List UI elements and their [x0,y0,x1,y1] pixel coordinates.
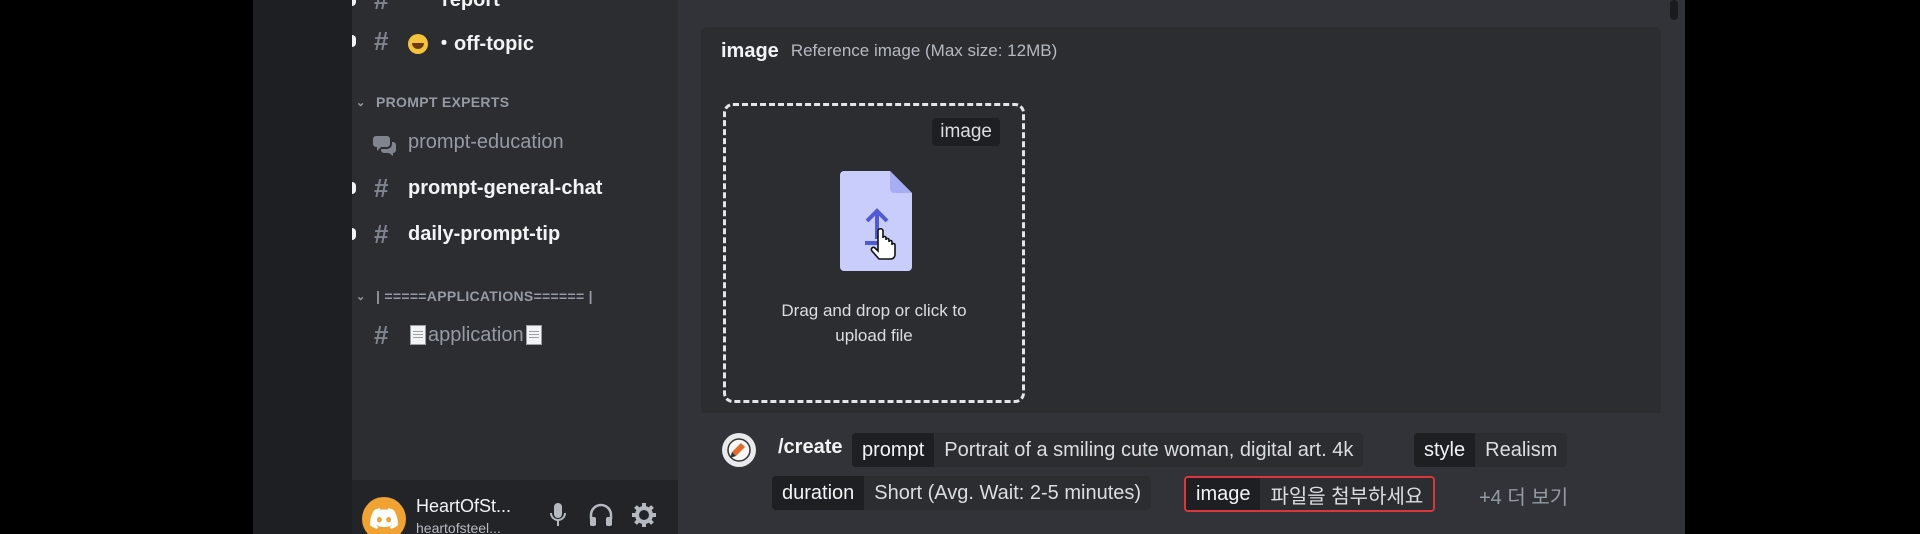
option-key: image [1186,478,1261,510]
chevron-down-icon: ⌄ [356,290,366,303]
option-header: image Reference image (Max size: 12MB) [701,27,1661,75]
main-content: image Reference image (Max size: 12MB) i… [678,0,1685,534]
microphone-button[interactable] [543,500,573,530]
channel-label: prompt-education [408,130,564,153]
command-app-icon [722,433,756,467]
category-label: PROMPT EXPERTS [376,94,510,110]
channel-prompt-general-chat[interactable]: # prompt-general-chat [352,171,678,205]
page-emoji-icon [410,325,426,346]
option-value: 파일을 첨부하세요 [1260,478,1434,510]
microphone-icon [550,503,566,526]
headphones-icon [589,503,613,526]
laughing-emoji-icon [408,34,428,55]
left-margin [0,0,253,534]
user-username: heartofsteel... [416,520,501,534]
forum-icon [372,132,398,163]
channel-prompt-education[interactable]: prompt-education [352,125,678,159]
channel-label: daily-prompt-tip [408,222,561,245]
command-option-style[interactable]: style Realism [1414,433,1568,467]
channel-daily-prompt-tip[interactable]: # daily-prompt-tip [352,217,678,251]
unread-indicator [352,228,356,240]
gear-icon [632,503,656,527]
option-key: prompt [852,433,935,467]
unread-indicator [352,0,356,6]
channel-label: prompt-general-chat [408,176,603,199]
option-value: Short (Avg. Wait: 2-5 minutes) [864,476,1152,510]
command-name: /create [778,436,843,458]
category-label: | =====APPLICATIONS====== | [376,288,593,304]
hash-icon: # [374,319,389,350]
channel-application[interactable]: # application [352,318,678,352]
channel-label: report [442,0,500,12]
settings-button[interactable] [629,500,659,530]
dropzone-tag: image [932,118,1000,146]
option-value: Portrait of a smiling cute woman, digita… [934,433,1364,467]
option-description: Reference image (Max size: 12MB) [790,41,1058,60]
channel-off-topic[interactable]: # ・off-topic [352,24,678,58]
hash-icon: # [374,0,388,16]
hash-icon: # [374,218,389,249]
option-value: Realism [1475,433,1568,467]
server-rail [253,0,352,534]
channel-sidebar: # report # ・off-topic ⌄ PROMPT EXPERTS p… [352,0,678,534]
category-prompt-experts[interactable]: ⌄ PROMPT EXPERTS [356,92,509,112]
file-dropzone[interactable]: image Drag and drop or click to upload f… [723,103,1025,403]
command-option-prompt[interactable]: prompt Portrait of a smiling cute woman,… [852,433,1364,467]
discord-logo [370,508,398,529]
user-display-name: HeartOfSt... [416,496,512,516]
command-option-duration[interactable]: duration Short (Avg. Wait: 2-5 minutes) [772,476,1152,510]
channel-label: ・off-topic [434,32,534,55]
page-emoji-icon [525,325,542,346]
dropzone-text-line2: upload file [835,326,913,345]
avatar[interactable] [362,497,406,534]
headphones-button[interactable] [586,500,616,530]
unread-indicator [352,35,356,47]
unread-indicator [352,182,356,194]
option-key: style [1414,433,1476,467]
user-panel: HeartOfSt... heartofsteel... [352,480,678,534]
more-options-link[interactable]: +4 더 보기 [1479,481,1568,510]
scrollbar-thumb[interactable] [1670,0,1678,20]
hash-icon: # [374,25,389,56]
option-key: duration [772,476,865,510]
dropzone-text-line1: Drag and drop or click to [781,301,967,320]
channel-report[interactable]: # report [352,0,678,17]
option-label: image [721,39,779,62]
command-option-image[interactable]: image 파일을 첨부하세요 [1184,476,1436,512]
category-applications[interactable]: ⌄ | =====APPLICATIONS====== | [356,286,593,306]
channel-label: application [428,323,524,346]
upload-file-icon [840,171,912,271]
upload-panel: image Drag and drop or click to upload f… [701,75,1661,413]
chevron-down-icon: ⌄ [356,96,366,109]
hash-icon: # [374,172,389,203]
right-margin [1685,0,1920,534]
